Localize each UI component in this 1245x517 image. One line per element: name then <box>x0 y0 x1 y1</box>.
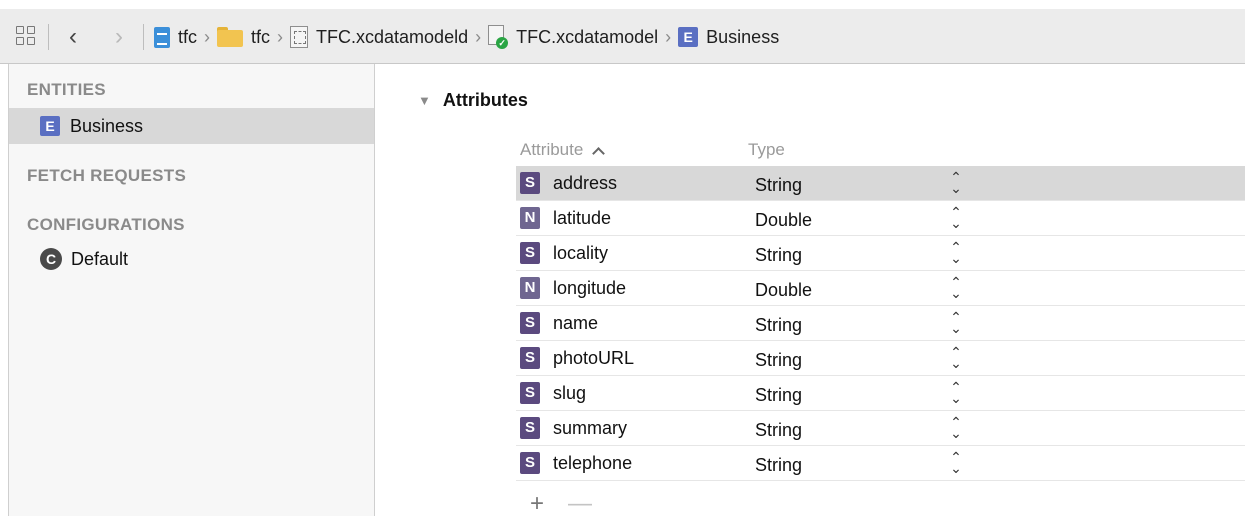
type-popup-chevrons-icon[interactable]: ⌃ ⌄ <box>949 205 963 230</box>
attribute-name[interactable]: locality <box>553 243 608 264</box>
attribute-name[interactable]: summary <box>553 418 627 439</box>
attribute-type[interactable]: String <box>755 350 802 371</box>
type-popup-chevrons-icon[interactable]: ⌃ ⌄ <box>949 345 963 370</box>
type-popup-chevrons-icon[interactable]: ⌃ ⌄ <box>949 450 963 475</box>
forward-arrow-icon[interactable]: › <box>105 25 133 49</box>
column-label: Attribute <box>520 140 584 159</box>
breadcrumb-item-xcdatamodeld[interactable]: TFC.xcdatamodeld <box>316 27 468 48</box>
related-items-grid-icon[interactable] <box>16 26 38 48</box>
type-popup-chevrons-icon[interactable]: ⌃ ⌄ <box>949 415 963 440</box>
jump-bar: ‹ › tfc › tfc › TFC.xcdatamodeld › ✓ TFC… <box>0 0 1245 64</box>
datamodel-bundle-icon <box>290 26 309 48</box>
chevron-right-icon: › <box>665 26 672 47</box>
table-row[interactable]: Stelephone String ⌃ ⌄ <box>516 446 1245 481</box>
add-remove-controls: + — <box>530 492 592 516</box>
attribute-type[interactable]: String <box>755 455 802 476</box>
model-outline-sidebar: ENTITIES E Business FETCH REQUESTS CONFI… <box>8 64 375 516</box>
chevron-right-icon: › <box>204 26 211 47</box>
disclosure-triangle-icon[interactable]: ▼ <box>418 93 431 108</box>
attribute-name[interactable]: telephone <box>553 453 632 474</box>
configurations-header: CONFIGURATIONS <box>27 215 185 234</box>
attribute-type[interactable]: Double <box>755 210 812 231</box>
number-type-icon: N <box>520 207 540 229</box>
entities-header: ENTITIES <box>27 80 106 99</box>
table-row[interactable]: Nlongitude Double ⌃ ⌄ <box>516 271 1245 306</box>
back-arrow-icon[interactable]: ‹ <box>59 25 87 49</box>
number-type-icon: N <box>520 277 540 299</box>
project-file-icon <box>154 26 170 48</box>
attributes-table: Saddress String ⌃ ⌄ Nlatitude Double ⌃ ⌄ Slocali… <box>516 166 1245 481</box>
sidebar-item-business[interactable]: E Business <box>9 108 374 144</box>
sidebar-item-label: Business <box>70 115 144 136</box>
attribute-name[interactable]: address <box>553 173 617 194</box>
column-header-type[interactable]: Type <box>748 140 785 160</box>
sidebar-item-default[interactable]: C Default <box>9 241 374 277</box>
table-row[interactable]: Nlatitude Double ⌃ ⌄ <box>516 201 1245 236</box>
string-type-icon: S <box>520 172 540 194</box>
breadcrumb: tfc › tfc › TFC.xcdatamodeld › ✓ TFC.xcd… <box>154 25 779 49</box>
string-type-icon: S <box>520 242 540 264</box>
attribute-name[interactable]: photoURL <box>553 348 634 369</box>
breadcrumb-item-project[interactable]: tfc <box>178 27 197 48</box>
entity-icon: E <box>40 116 60 136</box>
table-row[interactable]: SphotoURL String ⌃ ⌄ <box>516 341 1245 376</box>
attributes-section-header[interactable]: ▼ Attributes <box>418 90 528 111</box>
section-title: Attributes <box>442 90 528 110</box>
divider <box>143 24 144 50</box>
attribute-type[interactable]: String <box>755 175 802 196</box>
sidebar-item-label: Default <box>71 248 129 269</box>
string-type-icon: S <box>520 452 540 474</box>
attribute-name[interactable]: longitude <box>553 278 626 299</box>
breadcrumb-item-folder[interactable]: tfc <box>251 27 270 48</box>
sort-ascending-icon <box>592 147 605 160</box>
table-row[interactable]: Ssummary String ⌃ ⌄ <box>516 411 1245 446</box>
attribute-name[interactable]: latitude <box>553 208 611 229</box>
column-header-attribute[interactable]: Attribute <box>520 140 605 160</box>
type-popup-chevrons-icon[interactable]: ⌃ ⌄ <box>949 310 963 335</box>
datamodel-version-icon: ✓ <box>488 25 509 49</box>
string-type-icon: S <box>520 347 540 369</box>
breadcrumb-item-entity[interactable]: Business <box>706 27 779 48</box>
table-row[interactable]: Saddress String ⌃ ⌄ <box>516 166 1245 201</box>
chevron-right-icon: › <box>475 26 482 47</box>
configuration-icon: C <box>40 248 62 270</box>
folder-icon <box>217 27 244 47</box>
attribute-name[interactable]: name <box>553 313 598 334</box>
attribute-name[interactable]: slug <box>553 383 586 404</box>
entity-icon: E <box>678 27 699 47</box>
breadcrumb-item-xcdatamodel[interactable]: TFC.xcdatamodel <box>516 27 658 48</box>
entity-editor: ▼ Attributes Attribute Type Saddress Stri… <box>376 64 1245 516</box>
add-attribute-button[interactable]: + <box>530 492 544 516</box>
type-popup-chevrons-icon[interactable]: ⌃ ⌄ <box>949 240 963 265</box>
attribute-type[interactable]: String <box>755 385 802 406</box>
divider <box>48 24 49 50</box>
table-row[interactable]: Sslug String ⌃ ⌄ <box>516 376 1245 411</box>
type-popup-chevrons-icon[interactable]: ⌃ ⌄ <box>949 380 963 405</box>
chevron-right-icon: › <box>277 26 284 47</box>
type-popup-chevrons-icon[interactable]: ⌃ ⌄ <box>949 170 963 195</box>
attribute-type[interactable]: String <box>755 315 802 336</box>
remove-attribute-button[interactable]: — <box>568 492 592 516</box>
fetch-requests-header: FETCH REQUESTS <box>27 166 187 185</box>
attribute-type[interactable]: String <box>755 420 802 441</box>
string-type-icon: S <box>520 382 540 404</box>
table-row[interactable]: Slocality String ⌃ ⌄ <box>516 236 1245 271</box>
string-type-icon: S <box>520 312 540 334</box>
string-type-icon: S <box>520 417 540 439</box>
attribute-type[interactable]: String <box>755 245 802 266</box>
attribute-type[interactable]: Double <box>755 280 812 301</box>
type-popup-chevrons-icon[interactable]: ⌃ ⌄ <box>949 275 963 300</box>
table-row[interactable]: Sname String ⌃ ⌄ <box>516 306 1245 341</box>
